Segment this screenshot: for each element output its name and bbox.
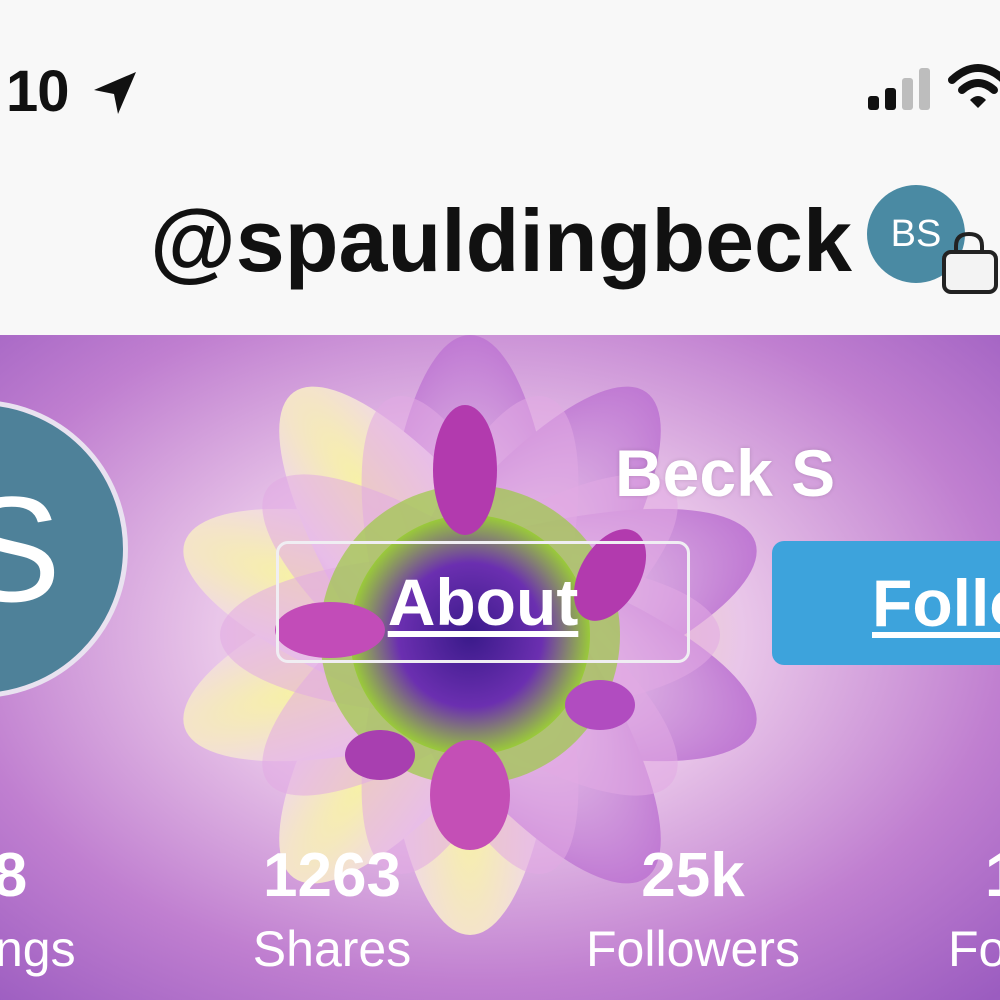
stat-following-value: 1 xyxy=(985,840,1000,911)
cover-photo: S Beck S About Follow 8 ngs 1263 Shares … xyxy=(0,335,1000,1000)
about-button-label: About xyxy=(387,565,579,639)
stat-listings-label: ngs xyxy=(0,921,76,977)
follow-button[interactable]: Follow xyxy=(772,541,1000,665)
display-name: Beck S xyxy=(615,436,836,510)
follow-button-label: Follow xyxy=(872,566,1000,640)
stat-shares-value: 1263 xyxy=(263,841,401,910)
profile-header: @spauldingbeck BS xyxy=(0,140,1000,335)
stat-listings-value: 8 xyxy=(0,841,28,910)
stat-following-label: Fo xyxy=(948,921,1000,977)
status-bar: 10 xyxy=(0,0,1000,140)
location-arrow-icon xyxy=(94,72,136,114)
shopping-bag-icon[interactable] xyxy=(938,230,1000,296)
cellular-signal-icon xyxy=(868,68,930,110)
status-time: 10 xyxy=(6,59,70,124)
profile-avatar-initial: S xyxy=(0,463,61,636)
wifi-icon xyxy=(948,64,1000,108)
about-button[interactable]: About xyxy=(276,541,690,663)
username-title: @spauldingbeck xyxy=(150,191,852,290)
flower-cover-image xyxy=(0,335,1000,1000)
mini-avatar-initials: BS xyxy=(890,212,942,255)
stat-followers-label: Followers xyxy=(586,921,800,977)
stat-followers-value: 25k xyxy=(641,841,745,910)
stat-shares-label: Shares xyxy=(252,921,412,977)
